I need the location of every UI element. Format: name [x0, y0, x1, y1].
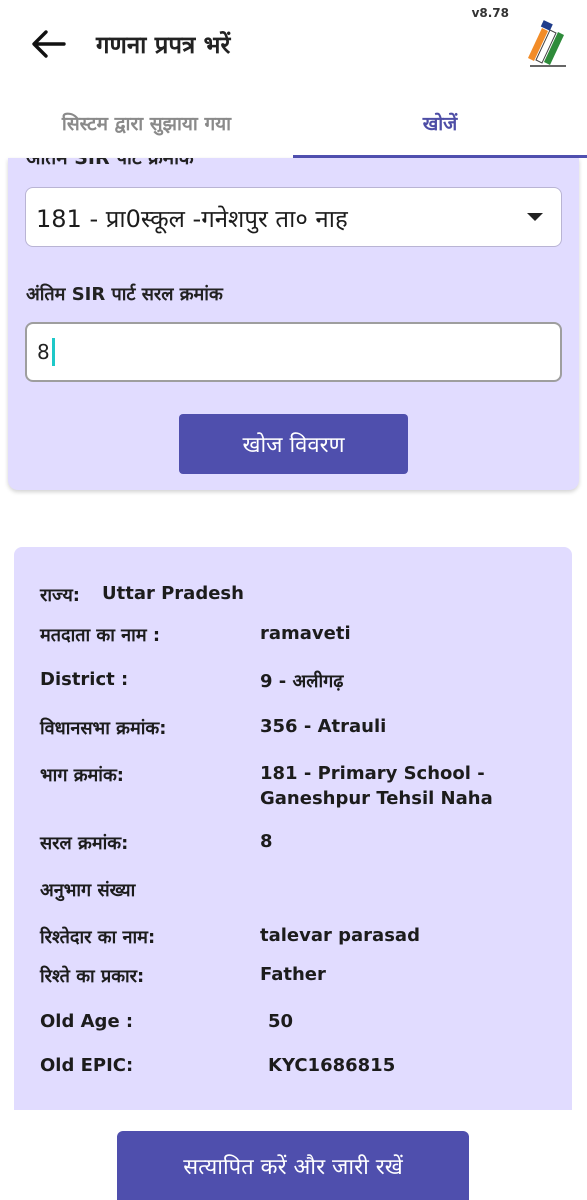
- part-number-select[interactable]: 181 - प्रा0स्कूल -गनेशपुर ता० नाह: [25, 187, 562, 247]
- state-value: Uttar Pradesh: [102, 583, 244, 604]
- relation-type-label: रिश्ते का प्रकार:: [40, 966, 145, 987]
- assembly-value: 356 - Atrauli: [260, 716, 387, 737]
- page-title: गणना प्रपत्र भरें: [96, 31, 231, 59]
- text-cursor: [51, 338, 55, 366]
- eci-logo-icon: [520, 18, 572, 70]
- assembly-label: विधानसभा क्रमांक:: [40, 718, 167, 739]
- app-header: गणना प्रपत्र भरें v8.78: [0, 0, 587, 88]
- tab-bar: सिस्टम द्वारा सुझाया गया खोजें: [0, 88, 587, 158]
- serial-value: 8: [260, 831, 273, 852]
- app-version: v8.78: [471, 6, 509, 20]
- district-value: 9 - अलीगढ़: [260, 671, 344, 692]
- state-label: राज्य:: [40, 585, 80, 606]
- old-epic-label: Old EPIC:: [40, 1055, 134, 1076]
- serial-number-label: अंतिम SIR पार्ट सरल क्रमांक: [26, 284, 223, 305]
- back-button[interactable]: [28, 26, 68, 62]
- part-value-line2: Ganeshpur Tehsil Naha: [260, 788, 493, 809]
- serial-label: सरल क्रमांक:: [40, 833, 129, 854]
- section-label: अनुभाग संख्या: [40, 880, 136, 901]
- voter-name-label: मतदाता का नाम :: [40, 625, 161, 646]
- old-age-label: Old Age :: [40, 1011, 134, 1032]
- page: गणना प्रपत्र भरें v8.78 सिस्टम द्वारा सु…: [0, 0, 587, 1200]
- tab-system-suggested[interactable]: सिस्टम द्वारा सुझाया गया: [0, 88, 293, 158]
- search-details-button[interactable]: खोज विवरण: [179, 414, 408, 474]
- search-card: अंतिम SIR पार्ट क्रमांक 181 - प्रा0स्कूल…: [8, 158, 579, 490]
- voter-details-card: राज्य: Uttar Pradesh मतदाता का नाम : ram…: [14, 547, 572, 1110]
- verify-continue-button[interactable]: सत्यापित करें और जारी रखें: [117, 1131, 469, 1200]
- serial-number-value: 8: [37, 340, 50, 364]
- caret-down-icon: [527, 213, 543, 221]
- arrow-left-icon: [32, 30, 66, 58]
- part-label: भाग क्रमांक:: [40, 765, 124, 786]
- part-value-line1: 181 - Primary School -: [260, 763, 485, 784]
- relative-name-value: talevar parasad: [260, 925, 420, 946]
- serial-number-input[interactable]: 8: [25, 322, 562, 382]
- part-number-label: अंतिम SIR पार्ट क्रमांक: [26, 158, 194, 169]
- district-label: District :: [40, 669, 129, 690]
- relative-name-label: रिश्तेदार का नाम:: [40, 927, 156, 948]
- old-age-value: 50: [268, 1011, 294, 1032]
- relation-type-value: Father: [260, 964, 326, 985]
- part-number-value: 181 - प्रा0स्कूल -गनेशपुर ता० नाह: [36, 205, 348, 233]
- tab-search[interactable]: खोजें: [293, 88, 587, 158]
- old-epic-value: KYC1686815: [268, 1055, 396, 1076]
- voter-name-value: ramaveti: [260, 623, 351, 644]
